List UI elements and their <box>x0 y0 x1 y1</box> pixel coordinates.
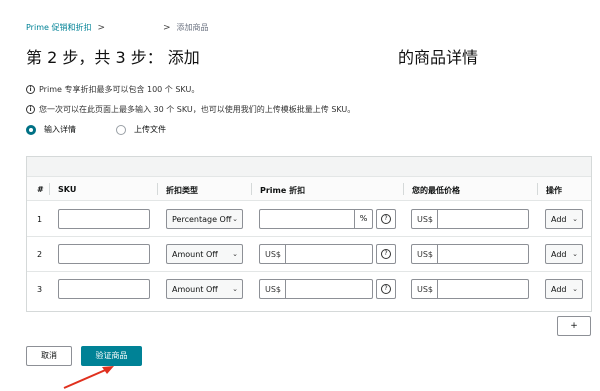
chevron-down-icon: ⌄ <box>232 215 238 223</box>
percent-suffix: % <box>354 210 372 228</box>
column-divider <box>49 183 50 195</box>
help-button[interactable]: ? <box>376 279 396 299</box>
chevron-down-icon: ⌄ <box>232 250 238 258</box>
currency-prefix: US$ <box>265 285 282 294</box>
breadcrumb: Prime 促销和折扣 > > 添加商品 <box>26 22 209 33</box>
discount-type-select[interactable]: Percentage Off ⌄ <box>166 209 243 229</box>
column-divider <box>157 183 158 195</box>
breadcrumb-separator: > <box>97 22 105 33</box>
currency-prefix: US$ <box>417 250 434 259</box>
header-sku: SKU <box>58 185 77 194</box>
row-number: 2 <box>37 250 43 259</box>
prime-discount-input[interactable]: % <box>259 209 373 229</box>
header-action: 操作 <box>546 186 562 195</box>
prime-discount-input[interactable]: US$ <box>259 244 373 264</box>
discount-type-value: Amount Off <box>172 249 218 259</box>
currency-prefix: US$ <box>265 250 282 259</box>
question-icon: ? <box>381 284 391 294</box>
prime-discount-input[interactable]: US$ <box>259 279 373 299</box>
page-title-suffix: 的商品详情 <box>398 48 479 67</box>
info-text: 您一次可以在此页面上最多输入 30 个 SKU，也可以使用我们的上传模板批量上传… <box>39 105 356 114</box>
column-divider <box>537 183 538 195</box>
page-title: 第 2 步，共 3 步： 添加 <box>26 48 200 67</box>
info-line-sku-limit: i Prime 专享折扣最多可以包含 100 个 SKU。 <box>26 84 199 95</box>
sku-input[interactable] <box>58 209 150 229</box>
table-toolbar <box>27 157 591 177</box>
currency-prefix: US$ <box>417 285 434 294</box>
input-method-radio-group: 输入详情 上传文件 <box>26 124 206 135</box>
radio-upload-file-label[interactable]: 上传文件 <box>134 124 166 135</box>
chevron-down-icon: ⌄ <box>572 250 578 258</box>
table-row: 3 Amount Off ⌄ US$ ? US$ Add ⌄ <box>27 272 591 307</box>
help-button[interactable]: ? <box>376 244 396 264</box>
header-prime-discount: Prime 折扣 <box>260 186 306 195</box>
column-divider <box>251 183 252 195</box>
discount-type-select[interactable]: Amount Off ⌄ <box>166 244 243 264</box>
row-number: 3 <box>37 285 43 294</box>
sku-table: # SKU 折扣类型 Prime 折扣 您的最低价格 操作 1 Percenta… <box>26 156 592 312</box>
annotation-arrow-icon <box>63 366 114 389</box>
action-value: Add <box>551 214 567 224</box>
help-button[interactable]: ? <box>376 209 396 229</box>
chevron-down-icon: ⌄ <box>572 285 578 293</box>
info-icon: i <box>26 85 35 94</box>
breadcrumb-separator: > <box>163 22 171 33</box>
sku-input[interactable] <box>58 279 150 299</box>
header-discount-type: 折扣类型 <box>166 186 198 195</box>
sku-input[interactable] <box>58 244 150 264</box>
currency-prefix: US$ <box>417 215 434 224</box>
action-value: Add <box>551 284 567 294</box>
header-num: # <box>37 185 44 194</box>
action-select[interactable]: Add ⌄ <box>545 279 583 299</box>
discount-type-value: Amount Off <box>172 284 218 294</box>
row-number: 1 <box>37 215 43 224</box>
breadcrumb-current: 添加商品 <box>176 23 209 32</box>
radio-enter-details[interactable] <box>26 124 36 135</box>
arrow-shaft <box>63 367 111 389</box>
action-select[interactable]: Add ⌄ <box>545 209 583 229</box>
min-price-input[interactable]: US$ <box>411 244 529 264</box>
header-min-price: 您的最低价格 <box>412 186 460 195</box>
info-text: Prime 专享折扣最多可以包含 100 个 SKU。 <box>39 85 200 94</box>
table-row: 2 Amount Off ⌄ US$ ? US$ Add ⌄ <box>27 237 591 272</box>
radio-upload-file[interactable] <box>116 124 126 135</box>
chevron-down-icon: ⌄ <box>232 285 238 293</box>
discount-type-select[interactable]: Amount Off ⌄ <box>166 279 243 299</box>
min-price-input[interactable]: US$ <box>411 279 529 299</box>
column-divider <box>403 183 404 195</box>
action-value: Add <box>551 249 567 259</box>
min-price-input[interactable]: US$ <box>411 209 529 229</box>
question-icon: ? <box>381 249 391 259</box>
info-line-upload: i 您一次可以在此页面上最多输入 30 个 SKU，也可以使用我们的上传模板批量… <box>26 104 355 115</box>
question-icon: ? <box>381 214 391 224</box>
table-row: 1 Percentage Off ⌄ % ? US$ Add ⌄ <box>27 202 591 237</box>
add-row-button[interactable]: + <box>557 316 591 336</box>
action-select[interactable]: Add ⌄ <box>545 244 583 264</box>
chevron-down-icon: ⌄ <box>572 215 578 223</box>
info-icon: i <box>26 105 35 114</box>
radio-enter-details-label[interactable]: 输入详情 <box>44 124 76 135</box>
table-header: # SKU 折扣类型 Prime 折扣 您的最低价格 操作 <box>27 177 591 201</box>
discount-type-value: Percentage Off <box>172 214 232 224</box>
breadcrumb-promotions-link[interactable]: Prime 促销和折扣 <box>26 22 91 33</box>
